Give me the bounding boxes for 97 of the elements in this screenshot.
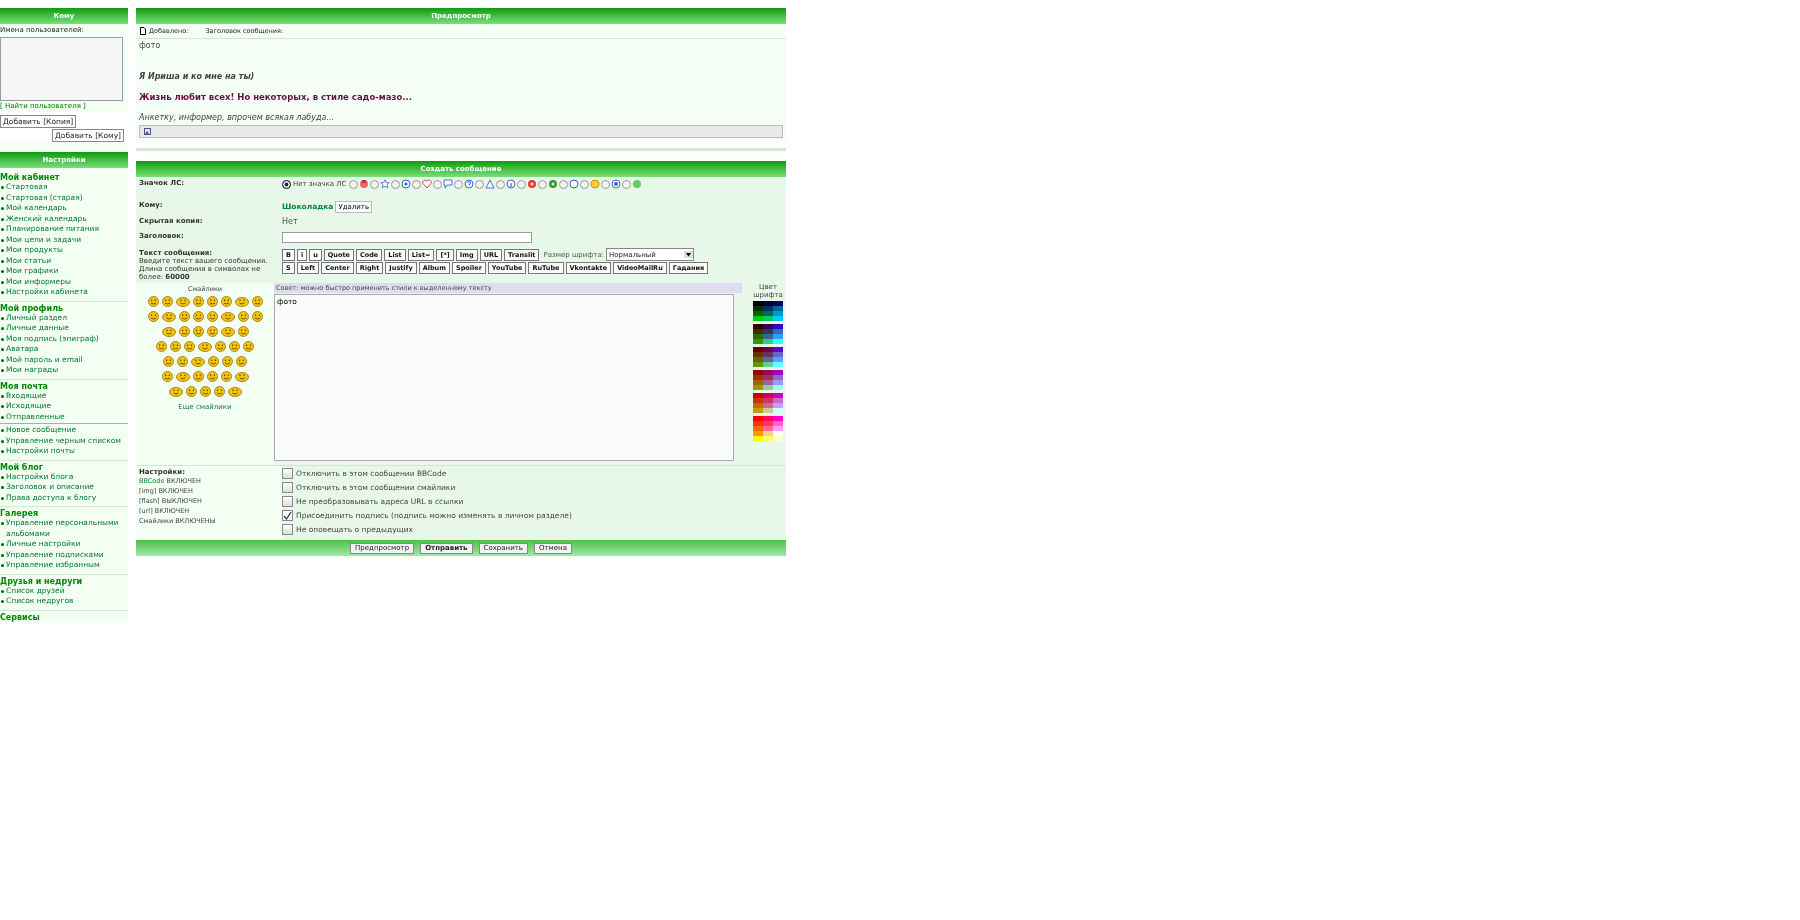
radio-button[interactable]: [558, 179, 568, 189]
smiley-icon[interactable]: [147, 296, 159, 307]
smiley-icon[interactable]: [208, 356, 219, 367]
smiley-icon[interactable]: [163, 356, 174, 367]
question-icon: [463, 179, 474, 189]
smiley-icon[interactable]: [199, 386, 211, 397]
image-icon: [144, 128, 151, 135]
radio-button[interactable]: [411, 179, 421, 189]
smiley-icon[interactable]: [251, 311, 263, 322]
names-field[interactable]: [0, 37, 123, 101]
smiley-icon[interactable]: [237, 326, 249, 337]
radio-button[interactable]: [282, 179, 291, 189]
smiley-icon[interactable]: [206, 371, 218, 382]
round-icon: [568, 179, 579, 189]
radio-button[interactable]: [579, 179, 589, 189]
smiley-icon[interactable]: [185, 386, 197, 397]
smiley-icon[interactable]: [213, 386, 225, 397]
smiley-icon[interactable]: [178, 311, 190, 322]
subject-field[interactable]: [282, 232, 532, 243]
radio-button[interactable]: [600, 179, 610, 189]
radio-button[interactable]: [369, 179, 379, 189]
smiley-icon[interactable]: [227, 386, 242, 397]
smiley-icon[interactable]: [251, 296, 263, 307]
smiley-icon[interactable]: [147, 311, 159, 322]
smiley-icon[interactable]: [206, 311, 218, 322]
smiley-icon[interactable]: [220, 371, 232, 382]
smiley-icon[interactable]: [206, 296, 218, 307]
smiley-icon[interactable]: [234, 296, 249, 307]
smiley-icon[interactable]: [229, 341, 240, 352]
smiley-icon[interactable]: [220, 311, 235, 322]
check-icon: [283, 511, 292, 520]
smiley-icon[interactable]: [184, 341, 195, 352]
group-title: Друзья и недруги: [0, 576, 84, 586]
smiley-icon[interactable]: [192, 296, 204, 307]
group-title: Галерея: [0, 509, 40, 518]
bcc-value: Нет: [282, 217, 298, 226]
radio-button[interactable]: [453, 179, 463, 189]
smiley-icon[interactable]: [222, 356, 233, 367]
group-title: Моя почта: [0, 381, 49, 391]
document-icon: [140, 27, 146, 35]
ball-icon: [400, 179, 411, 189]
warning-icon: [484, 179, 495, 189]
smiley-icon[interactable]: [192, 326, 204, 337]
smiley-icon[interactable]: [198, 341, 212, 352]
checkbox[interactable]: [282, 524, 293, 535]
speech-bubble-icon: [442, 179, 453, 189]
smiley-icon[interactable]: [175, 371, 190, 382]
smiley-icon[interactable]: [191, 356, 205, 367]
smiley-icon[interactable]: [243, 341, 254, 352]
smiley-icon[interactable]: [192, 371, 204, 382]
round-icon: [589, 179, 600, 189]
group-title: Мой профиль: [0, 303, 65, 313]
radio-button[interactable]: [495, 179, 505, 189]
group-title: Мой блог: [0, 462, 44, 472]
smiley-icon[interactable]: [161, 311, 176, 322]
smiley-icon[interactable]: [161, 326, 176, 337]
signature-text: Я Ириша и ко мне на ты): [139, 72, 256, 81]
round-icon: [610, 179, 621, 189]
smiley-icon[interactable]: [177, 356, 188, 367]
smiley-icon[interactable]: [161, 371, 173, 382]
radio-button[interactable]: [348, 179, 358, 189]
checkbox[interactable]: [282, 468, 293, 479]
smiley-icon[interactable]: [220, 296, 232, 307]
radio-button[interactable]: [474, 179, 484, 189]
smiley-icon[interactable]: [206, 326, 218, 337]
smiley-icon[interactable]: [237, 311, 249, 322]
smiley-icon[interactable]: [168, 386, 183, 397]
round-icon: [547, 179, 558, 189]
checkbox[interactable]: [282, 496, 293, 507]
smiley-icon[interactable]: [192, 311, 204, 322]
radio-button[interactable]: [621, 179, 631, 189]
smiley-icon[interactable]: [175, 296, 190, 307]
checkbox[interactable]: [282, 510, 293, 521]
group-title: Сервисы: [0, 612, 41, 622]
caret-icon: [684, 251, 694, 258]
round-icon: [631, 179, 642, 189]
checkbox[interactable]: [282, 482, 293, 493]
smiley-icon[interactable]: [234, 371, 249, 382]
smiley-icon[interactable]: [170, 341, 181, 352]
radio-button[interactable]: [390, 179, 400, 189]
round-icon: [526, 179, 537, 189]
smiley-icon[interactable]: [220, 326, 235, 337]
signature-text: Анкетку, информер, впрочем всякая лабуда...: [139, 113, 336, 122]
smiley-icon[interactable]: [161, 296, 173, 307]
smiley-icon[interactable]: [236, 356, 247, 367]
radio-button[interactable]: [537, 179, 547, 189]
star-icon: [379, 179, 390, 189]
smiley-icon[interactable]: [215, 341, 226, 352]
group-title: Мой кабинет: [0, 173, 61, 182]
message-text: фото: [139, 41, 162, 50]
radio-button[interactable]: [516, 179, 526, 189]
heart-icon: [421, 179, 432, 189]
signature-text: Жизнь любит всех! Но некоторых, в стиле садо-мазо...: [139, 92, 413, 102]
smiley-icon[interactable]: [156, 341, 167, 352]
color-palette[interactable]: [753, 301, 783, 441]
smiley-icon[interactable]: [178, 326, 190, 337]
radio-button[interactable]: [432, 179, 442, 189]
